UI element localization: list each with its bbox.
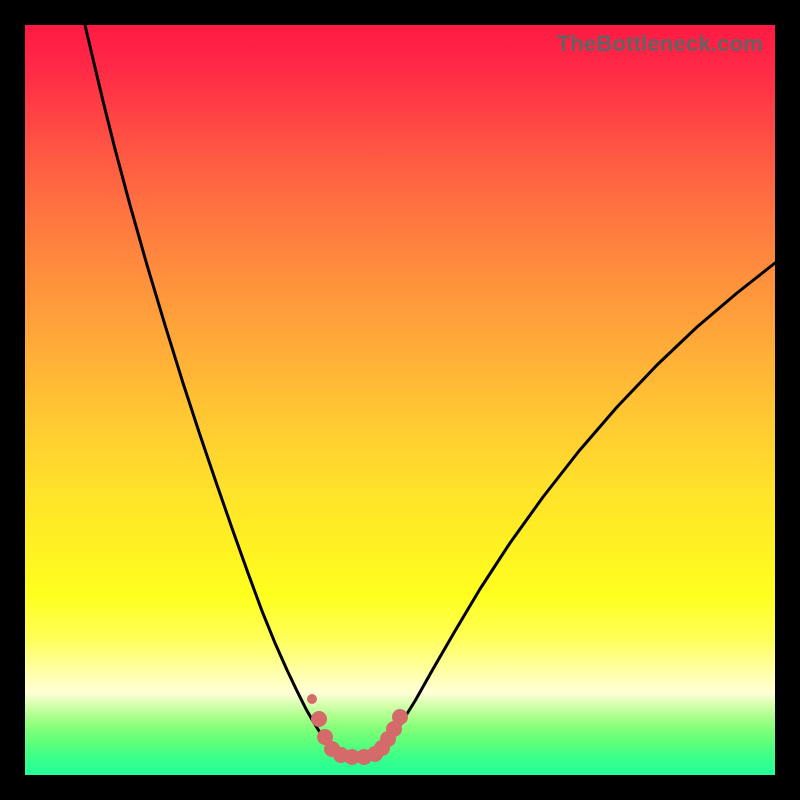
highlight-marker <box>311 711 327 727</box>
curve-right-curve <box>381 263 775 751</box>
plot-layer <box>25 25 775 775</box>
highlight-marker <box>307 694 317 704</box>
chart-frame: TheBottleneck.com <box>25 25 775 775</box>
curves-group <box>85 25 775 757</box>
watermark-text: TheBottleneck.com <box>557 31 763 57</box>
curve-left-curve <box>85 25 337 752</box>
markers-group <box>307 694 408 765</box>
highlight-marker <box>392 709 408 725</box>
